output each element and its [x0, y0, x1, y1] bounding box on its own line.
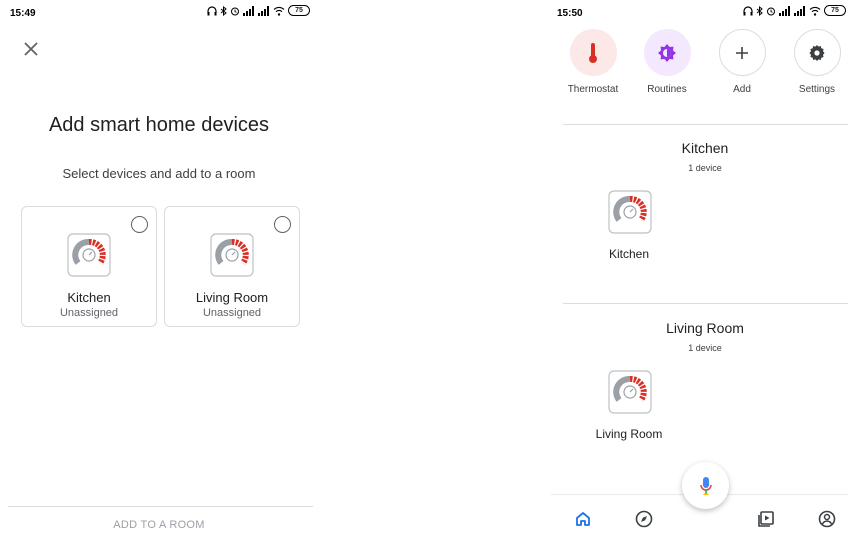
close-button[interactable]	[20, 38, 42, 60]
device-card-kitchen[interactable]: Kitchen Unassigned	[21, 206, 157, 327]
action-label: Settings	[798, 84, 836, 95]
add-devices-screen: 15:49 75 Add smart home devices Select d…	[0, 0, 318, 533]
page-title: Add smart home devices	[48, 114, 270, 136]
battery-indicator: 75	[288, 5, 310, 16]
select-radio[interactable]	[274, 216, 291, 233]
mic-icon	[699, 476, 712, 495]
add-to-room-button[interactable]: ADD TO A ROOM	[0, 519, 318, 531]
thermostat-device-icon[interactable]	[608, 370, 652, 419]
room-device-count: 1 device	[688, 343, 722, 353]
nav-account[interactable]	[817, 509, 837, 529]
device-status: Unassigned	[59, 307, 119, 319]
thermostat-device-icon	[67, 233, 111, 282]
account-icon	[818, 510, 836, 528]
bluetooth-icon	[756, 5, 763, 16]
device-name: Living Room	[195, 290, 269, 305]
device-card-living-room[interactable]: Living Room Unassigned	[164, 206, 300, 327]
bluetooth-icon	[220, 5, 227, 16]
thermostat-device-icon[interactable]	[608, 190, 652, 239]
alarm-icon	[231, 7, 239, 15]
nav-home[interactable]	[573, 509, 593, 529]
signal-icon-2	[258, 5, 269, 16]
routines-icon	[658, 43, 676, 62]
room-title-living-room: Living Room	[666, 320, 744, 336]
room-device-name[interactable]: Kitchen	[579, 247, 679, 261]
room-device-count: 1 device	[688, 163, 722, 173]
status-bar: 15:50 75	[551, 0, 848, 28]
plus-icon	[736, 46, 748, 59]
status-icons: 75	[743, 5, 846, 16]
headphones-icon	[207, 5, 217, 15]
settings-button[interactable]: Settings	[787, 29, 847, 95]
status-bar: 15:49 75	[0, 0, 318, 28]
home-screen: 15:50 75 Thermostat Routines Add Setting…	[551, 0, 848, 533]
nav-discover[interactable]	[634, 509, 654, 529]
wifi-icon	[273, 6, 285, 16]
signal-icon-2	[794, 5, 805, 16]
thermostat-button[interactable]: Thermostat	[563, 29, 623, 95]
signal-icon	[243, 5, 254, 16]
room-device-name[interactable]: Living Room	[579, 427, 679, 441]
signal-icon	[779, 5, 790, 16]
routines-button[interactable]: Routines	[637, 29, 697, 95]
compass-icon	[635, 510, 653, 528]
routines-circle	[643, 29, 691, 76]
wifi-icon	[809, 6, 821, 16]
alarm-icon	[767, 7, 775, 15]
thermometer-icon	[589, 42, 597, 63]
headphones-icon	[743, 5, 753, 15]
add-button[interactable]: Add	[712, 29, 772, 95]
home-icon	[576, 512, 590, 526]
gear-icon	[809, 44, 825, 61]
thermostat-device-icon	[210, 233, 254, 282]
nav-media[interactable]	[756, 509, 776, 529]
settings-circle	[793, 29, 841, 76]
thermostat-circle	[569, 29, 617, 76]
page-subtitle: Select devices and add to a room	[62, 166, 256, 181]
media-icon	[758, 511, 774, 527]
status-time: 15:50	[557, 8, 583, 19]
divider	[563, 124, 848, 125]
select-radio[interactable]	[131, 216, 148, 233]
close-icon	[24, 42, 38, 56]
device-name: Kitchen	[67, 290, 111, 305]
add-circle	[718, 29, 766, 76]
action-label: Add	[733, 84, 751, 95]
action-label: Routines	[647, 84, 687, 95]
room-title-kitchen: Kitchen	[681, 140, 729, 156]
device-status: Unassigned	[202, 307, 262, 319]
status-time: 15:49	[10, 8, 36, 19]
action-label: Thermostat	[567, 84, 619, 95]
status-icons: 75	[207, 5, 310, 16]
mic-button[interactable]	[682, 462, 729, 509]
battery-indicator: 75	[824, 5, 846, 16]
divider	[563, 303, 848, 304]
divider	[8, 506, 313, 507]
